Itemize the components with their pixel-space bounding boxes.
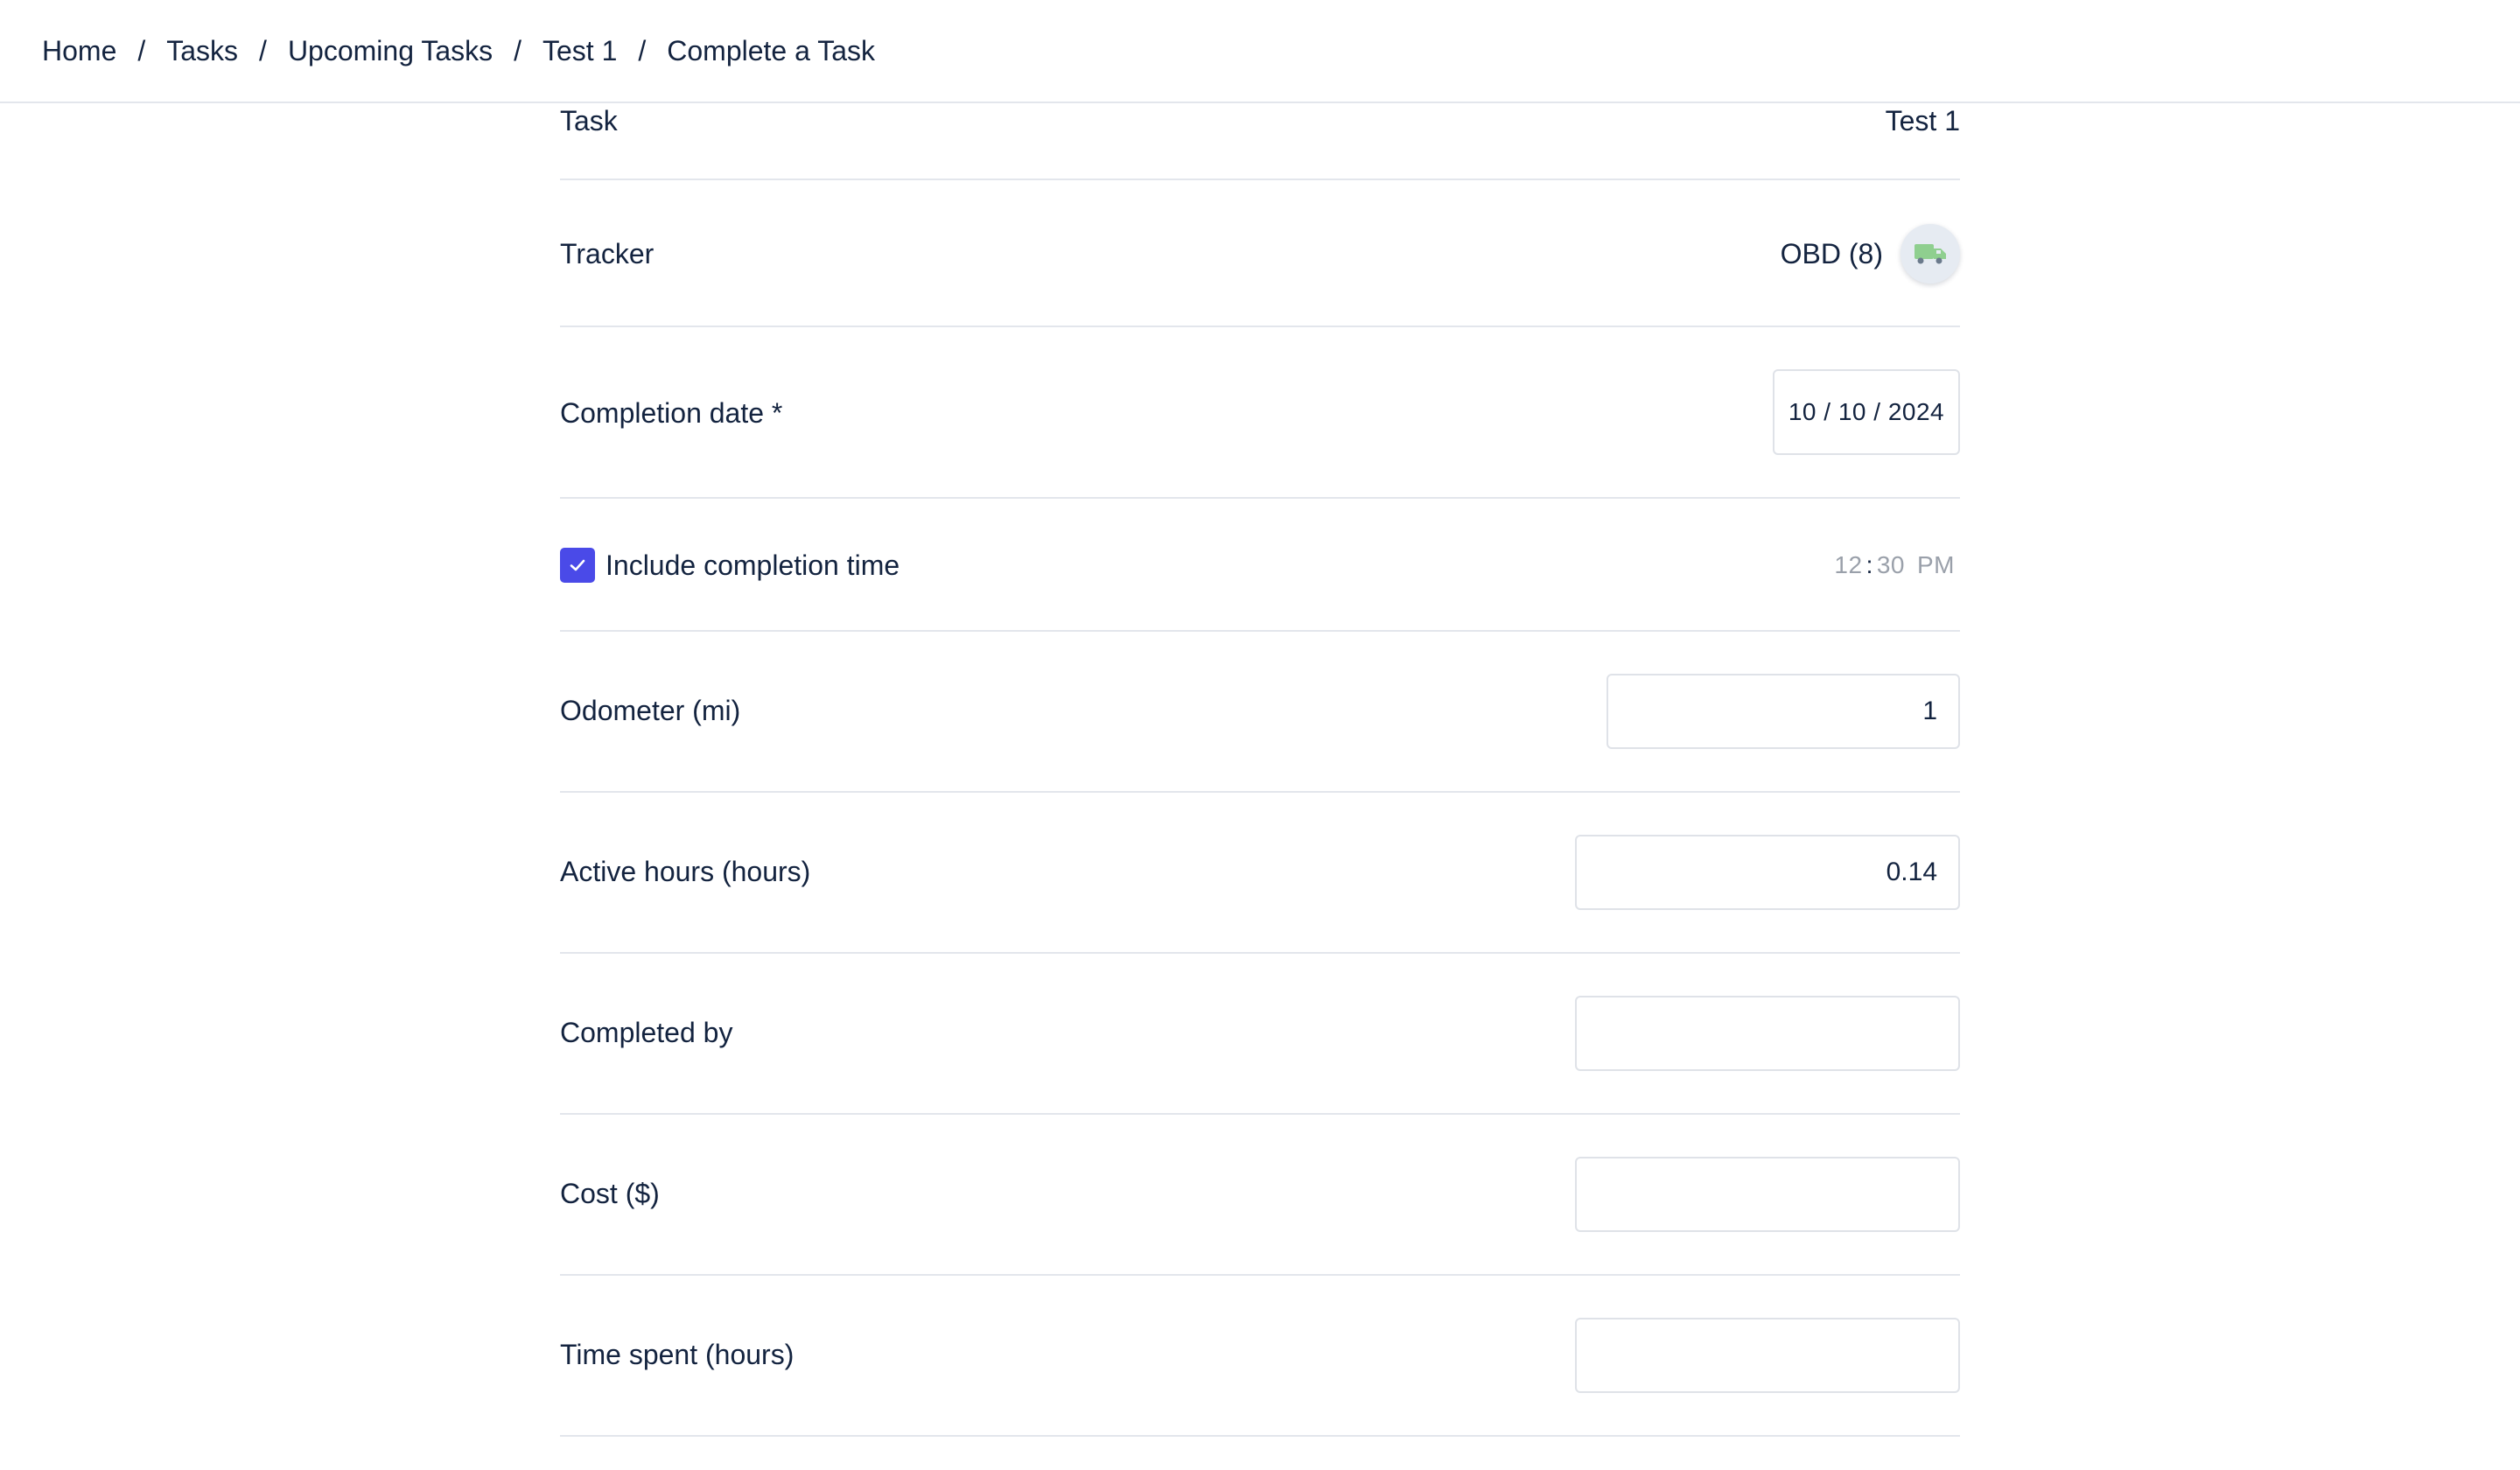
odometer-row: Odometer (mi)	[560, 632, 1960, 793]
completed-by-input[interactable]	[1575, 996, 1960, 1071]
active-hours-label: Active hours (hours)	[560, 856, 811, 887]
tracker-value: OBD (8)	[1780, 238, 1883, 270]
breadcrumb-separator: /	[638, 35, 647, 66]
tracker-row: Tracker OBD (8)	[560, 180, 1960, 327]
completion-date-label: Completion date *	[560, 397, 783, 429]
active-hours-row: Active hours (hours)	[560, 793, 1960, 954]
top-bar: Home / Tasks / Upcoming Tasks / Test 1 /…	[0, 0, 2520, 103]
time-spent-input[interactable]	[1575, 1318, 1960, 1393]
cost-label: Cost ($)	[560, 1178, 660, 1209]
complete-task-form: Task Test 1 Tracker OBD (8) Completion d…	[560, 103, 1960, 1437]
breadcrumb-home[interactable]: Home	[42, 32, 116, 70]
breadcrumb-separator: /	[514, 35, 522, 66]
include-time-label: Include completion time	[606, 550, 900, 581]
breadcrumb-tasks[interactable]: Tasks	[166, 32, 238, 70]
tracker-avatar[interactable]	[1900, 224, 1960, 284]
breadcrumb-complete-task: Complete a Task	[667, 35, 876, 66]
time-hour[interactable]: 12	[1834, 551, 1862, 579]
time-colon: :	[1866, 551, 1873, 578]
completed-by-row: Completed by	[560, 954, 1960, 1115]
time-spent-row: Time spent (hours)	[560, 1276, 1960, 1437]
breadcrumb-separator: /	[137, 35, 146, 66]
odometer-input[interactable]	[1606, 674, 1960, 749]
completion-time-input[interactable]: 12 : 30 PM	[1834, 551, 1955, 579]
time-spent-label: Time spent (hours)	[560, 1339, 794, 1370]
time-minute[interactable]: 30	[1877, 551, 1905, 579]
completion-date-row: Completion date * 10 / 10 / 2024	[560, 327, 1960, 499]
task-row: Task Test 1	[560, 103, 1960, 180]
breadcrumb-test-1[interactable]: Test 1	[542, 32, 617, 70]
completed-by-label: Completed by	[560, 1017, 733, 1048]
breadcrumb: Home / Tasks / Upcoming Tasks / Test 1 /…	[42, 32, 875, 70]
time-ampm[interactable]: PM	[1917, 551, 1955, 579]
task-value: Test 1	[1885, 105, 1960, 136]
cost-input[interactable]	[1575, 1157, 1960, 1232]
checkmark-icon	[570, 559, 585, 571]
include-time-checkbox[interactable]	[560, 548, 595, 583]
truck-icon	[1914, 244, 1946, 264]
task-label: Task	[560, 105, 618, 136]
cost-row: Cost ($)	[560, 1115, 1960, 1276]
tracker-label: Tracker	[560, 238, 654, 270]
breadcrumb-separator: /	[259, 35, 267, 66]
breadcrumb-upcoming-tasks[interactable]: Upcoming Tasks	[288, 32, 493, 70]
odometer-label: Odometer (mi)	[560, 695, 741, 726]
active-hours-input[interactable]	[1575, 835, 1960, 910]
completion-date-input[interactable]: 10 / 10 / 2024	[1773, 369, 1960, 455]
include-time-row: Include completion time 12 : 30 PM	[560, 499, 1960, 632]
